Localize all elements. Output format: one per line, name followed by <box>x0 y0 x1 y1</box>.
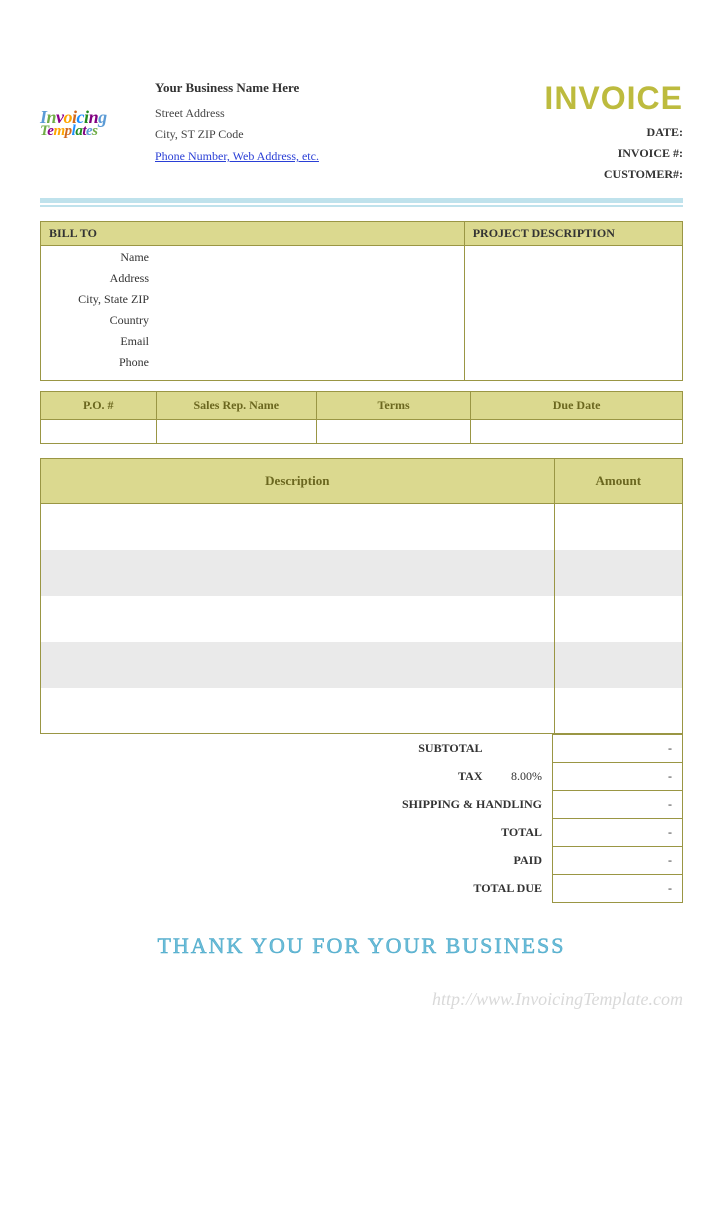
bill-phone-label: Phone <box>49 355 149 370</box>
po-number-header: P.O. # <box>41 392 157 420</box>
bill-citystatezip-label: City, State ZIP <box>49 292 149 307</box>
total-due-value: - <box>553 875 683 903</box>
invoice-header: Invoicing Templates Your Business Name H… <box>40 80 683 188</box>
bill-country-label: Country <box>49 313 149 328</box>
watermark: http://www.InvoicingTemplate.com <box>40 989 683 1010</box>
business-name: Your Business Name Here <box>155 80 503 96</box>
description-header: Description <box>41 459 555 504</box>
invoice-title: INVOICE <box>503 80 683 117</box>
bill-address-label: Address <box>49 271 149 286</box>
bill-to-table: BILL TO PROJECT DESCRIPTION Name Address… <box>40 221 683 381</box>
tax-value: - <box>553 763 683 791</box>
sales-rep-header: Sales Rep. Name <box>156 392 317 420</box>
invoice-number-label: INVOICE #: <box>503 146 683 161</box>
due-date-cell <box>471 420 683 444</box>
terms-header: Terms <box>317 392 471 420</box>
bill-to-fields: Name Address City, State ZIP Country Ema… <box>41 246 465 381</box>
po-number-cell <box>41 420 157 444</box>
bill-name-label: Name <box>49 250 149 265</box>
totals-table: SUBTOTAL - TAX 8.00% - SHIPPING & HANDLI… <box>40 734 683 903</box>
item-row <box>41 550 683 596</box>
project-description-cell <box>464 246 682 381</box>
customer-number-label: CUSTOMER#: <box>503 167 683 182</box>
bill-email-label: Email <box>49 334 149 349</box>
subtotal-value: - <box>553 735 683 763</box>
items-table: Description Amount <box>40 458 683 734</box>
total-value: - <box>553 819 683 847</box>
date-label: DATE: <box>503 125 683 140</box>
due-date-header: Due Date <box>471 392 683 420</box>
item-row <box>41 504 683 550</box>
tax-rate: 8.00% <box>493 763 553 791</box>
po-table: P.O. # Sales Rep. Name Terms Due Date <box>40 391 683 444</box>
business-street: Street Address <box>155 106 503 121</box>
project-description-header: PROJECT DESCRIPTION <box>464 222 682 246</box>
item-row <box>41 596 683 642</box>
shipping-value: - <box>553 791 683 819</box>
logo: Invoicing Templates <box>40 80 155 188</box>
sales-rep-cell <box>156 420 317 444</box>
item-row <box>41 642 683 688</box>
paid-label: PAID <box>115 847 552 875</box>
amount-header: Amount <box>554 459 682 504</box>
terms-cell <box>317 420 471 444</box>
bill-to-header: BILL TO <box>41 222 465 246</box>
business-block: Your Business Name Here Street Address C… <box>155 80 503 188</box>
paid-value: - <box>553 847 683 875</box>
thank-you-message: THANK YOU FOR YOUR BUSINESS <box>40 933 683 959</box>
business-city: City, ST ZIP Code <box>155 127 503 142</box>
invoice-meta: INVOICE DATE: INVOICE #: CUSTOMER#: <box>503 80 683 188</box>
tax-label: TAX <box>115 763 492 791</box>
item-row <box>41 688 683 734</box>
total-due-label: TOTAL DUE <box>115 875 552 903</box>
business-contact-link[interactable]: Phone Number, Web Address, etc. <box>155 149 319 163</box>
total-label: TOTAL <box>115 819 552 847</box>
divider <box>40 198 683 207</box>
shipping-label: SHIPPING & HANDLING <box>115 791 552 819</box>
subtotal-label: SUBTOTAL <box>115 735 492 763</box>
